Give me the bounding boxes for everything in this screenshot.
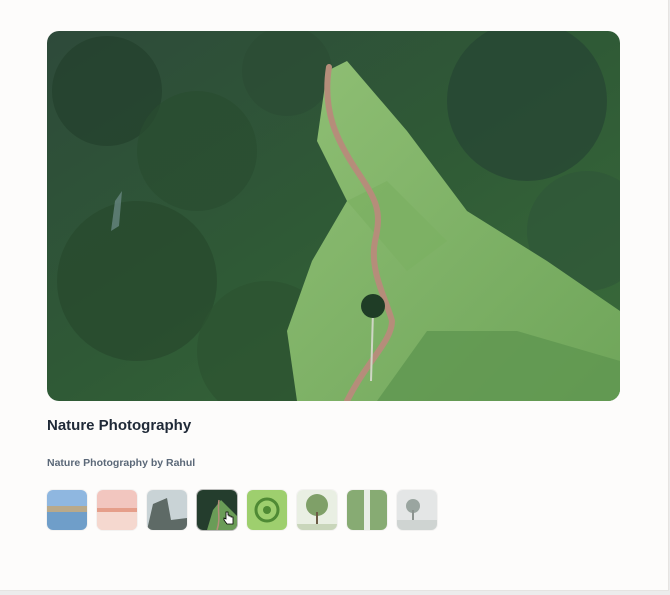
hand-cursor-icon [223,511,234,525]
hero-image [47,31,620,401]
lake-sky-thumbnail[interactable] [47,490,87,530]
rocky-coast-thumbnail[interactable] [147,490,187,530]
green-hill-trail-thumbnail[interactable] [197,490,237,530]
gallery-subtitle: Nature Photography by Rahul [47,457,196,469]
thumbnail-strip [47,490,437,530]
gallery-title: Nature Photography [47,417,192,434]
pink-sunset-thumbnail[interactable] [97,490,137,530]
lone-tree-thumbnail[interactable] [297,490,337,530]
green-spiral-plant-thumbnail[interactable] [247,490,287,530]
misty-tree-thumbnail[interactable] [397,490,437,530]
waterfall-thumbnail[interactable] [347,490,387,530]
gallery-card: Nature Photography Nature Photography by… [0,0,669,591]
